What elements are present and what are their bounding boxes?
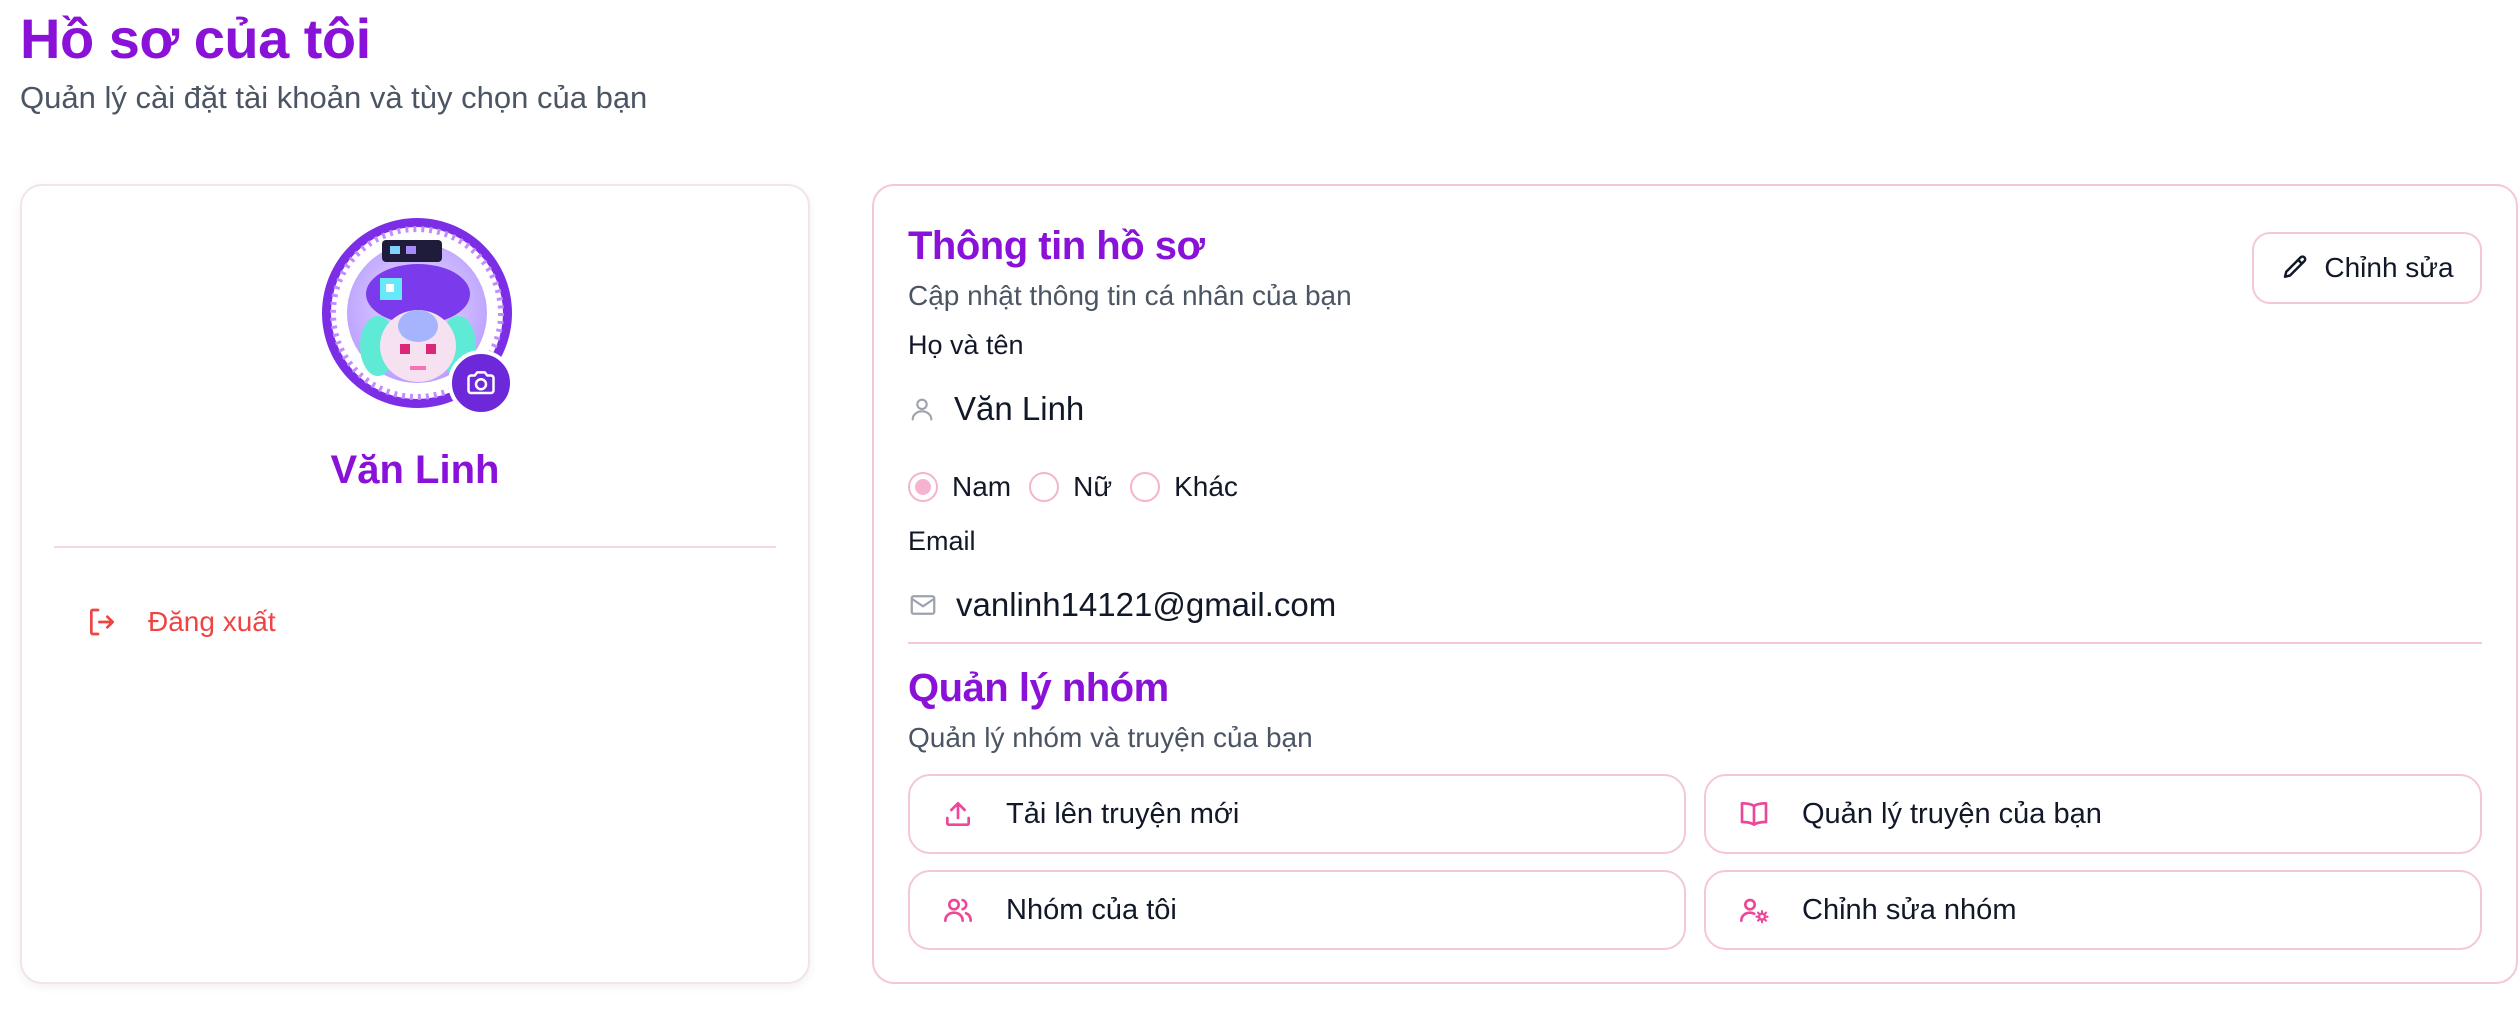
user-cog-icon bbox=[1740, 898, 1769, 924]
upload-story-button[interactable]: Tải lên truyện mới bbox=[908, 774, 1686, 854]
radio-button[interactable] bbox=[1130, 472, 1161, 502]
profile-info-subtitle: Cập nhật thông tin cá nhân của bạn bbox=[908, 280, 1352, 311]
profile-summary-card: Văn Linh Đăng xuất bbox=[20, 184, 810, 984]
gender-option-nu[interactable]: Nữ bbox=[1029, 471, 1112, 503]
page-title: Hồ sơ của tôi bbox=[20, 7, 371, 70]
user-name: Văn Linh bbox=[330, 448, 500, 492]
change-avatar-button[interactable] bbox=[448, 350, 514, 416]
user-icon bbox=[911, 398, 933, 421]
logout-button[interactable]: Đăng xuất bbox=[86, 594, 276, 650]
action-label: Tải lên truyện mới bbox=[1006, 797, 1240, 830]
radio-label: Nam bbox=[952, 471, 1012, 502]
group-management-subtitle: Quản lý nhóm và truyện của bạn bbox=[908, 722, 1313, 753]
name-field[interactable]: Văn Linh bbox=[908, 384, 1084, 434]
radio-label: Nữ bbox=[1073, 471, 1113, 502]
manage-stories-button[interactable]: Quản lý truyện của bạn bbox=[1704, 774, 2482, 854]
logout-label: Đăng xuất bbox=[148, 606, 276, 637]
name-value: Văn Linh bbox=[954, 390, 1085, 427]
my-groups-button[interactable]: Nhóm của tôi bbox=[908, 870, 1686, 950]
action-label: Quản lý truyện của bạn bbox=[1802, 797, 2102, 830]
radio-button[interactable] bbox=[908, 472, 938, 502]
edit-label: Chỉnh sửa bbox=[2324, 252, 2454, 283]
radio-button[interactable] bbox=[1029, 472, 1060, 502]
pencil-icon bbox=[2284, 255, 2307, 278]
book-open-icon bbox=[1740, 802, 1768, 826]
logout-icon bbox=[90, 608, 114, 636]
name-label: Họ và tên bbox=[908, 330, 1024, 360]
profile-page: Hồ sơ của tôi Quản lý cài đặt tài khoản … bbox=[0, 0, 2520, 1032]
camera-icon bbox=[467, 371, 495, 395]
gender-radio-group: Nam Nữ Khác bbox=[908, 462, 1256, 512]
page-subtitle: Quản lý cài đặt tài khoản và tùy chọn củ… bbox=[20, 80, 648, 115]
email-label: Email bbox=[908, 526, 976, 556]
mail-icon bbox=[910, 595, 936, 615]
group-management-title: Quản lý nhóm bbox=[908, 666, 1169, 710]
email-field[interactable]: vanlinh14121@gmail.com bbox=[908, 580, 1336, 630]
action-label: Chỉnh sửa nhóm bbox=[1802, 893, 2017, 926]
radio-label: Khác bbox=[1174, 471, 1238, 502]
edit-profile-button[interactable]: Chỉnh sửa bbox=[2252, 232, 2482, 304]
action-label: Nhóm của tôi bbox=[1006, 893, 1177, 926]
profile-info-card: Thông tin hồ sơ Cập nhật thông tin cá nh… bbox=[872, 184, 2518, 984]
edit-group-button[interactable]: Chỉnh sửa nhóm bbox=[1704, 870, 2482, 950]
email-value: vanlinh14121@gmail.com bbox=[956, 586, 1337, 623]
gender-option-khac[interactable]: Khác bbox=[1130, 471, 1238, 503]
upload-icon bbox=[946, 802, 970, 826]
gender-option-nam[interactable]: Nam bbox=[908, 471, 1011, 503]
divider bbox=[908, 642, 2482, 644]
profile-info-title: Thông tin hồ sơ bbox=[908, 224, 1205, 268]
divider bbox=[54, 546, 776, 548]
users-icon bbox=[944, 898, 972, 922]
